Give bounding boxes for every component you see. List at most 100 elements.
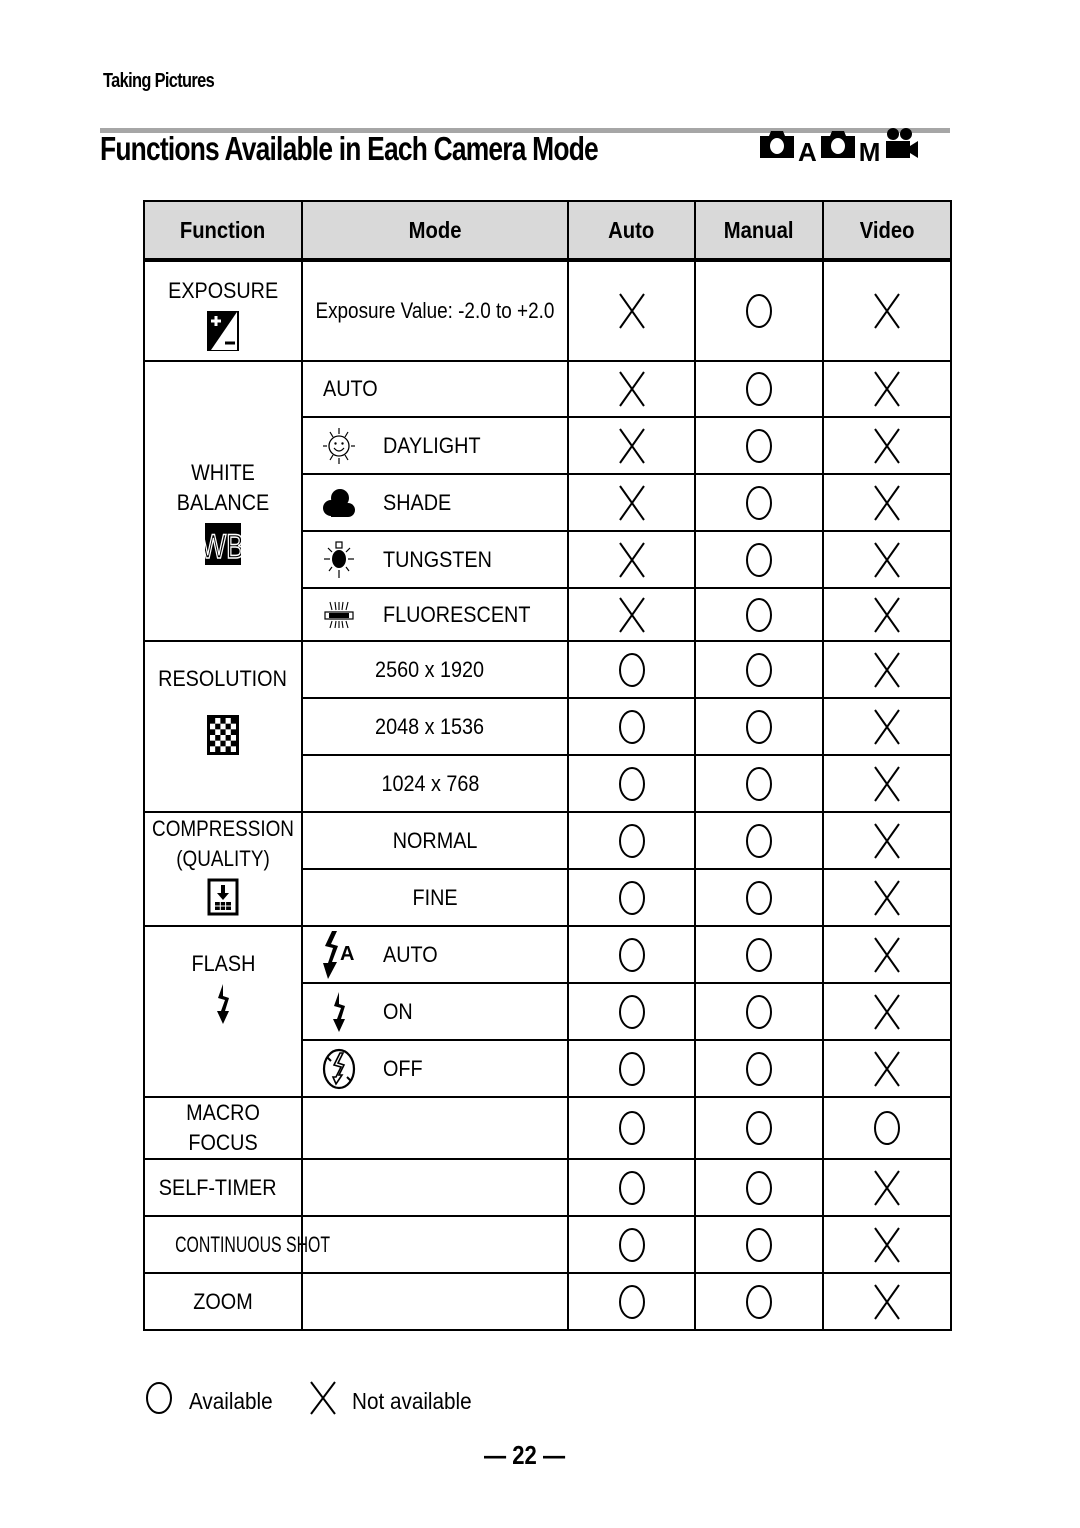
- not-available-mark-icon: [569, 541, 694, 579]
- auto-availability-cell: [567, 697, 696, 756]
- mode-label: FLUORESCENT: [383, 601, 531, 627]
- table-row: EXPOSURE Exposure Value: -2.0 to +2.0: [143, 259, 952, 362]
- auto-availability-cell: [567, 982, 696, 1041]
- auto-availability-cell: [567, 473, 696, 532]
- quality-icon: [145, 878, 301, 924]
- flash-icon: [145, 983, 301, 1033]
- video-availability-cell: [822, 416, 952, 475]
- available-mark-icon: [569, 1226, 694, 1264]
- video-availability-cell: [822, 697, 952, 756]
- flash-auto-icon: A: [309, 930, 369, 980]
- available-mark-icon: [569, 993, 694, 1031]
- video-availability-cell: [822, 1096, 952, 1160]
- video-availability-cell: [822, 360, 952, 418]
- mode-cell: 1024 x 768: [301, 754, 569, 813]
- column-header-function: Function: [143, 200, 303, 262]
- mode-label: Exposure Value: -2.0 to +2.0: [315, 298, 555, 323]
- mode-cell: [301, 1215, 569, 1274]
- table-header-row: Function Mode Auto Manual Video: [143, 200, 952, 262]
- table-row: ZOOM: [143, 1272, 952, 1331]
- available-mark-icon: [696, 484, 822, 522]
- function-label: RESOLUTION: [158, 666, 288, 691]
- available-mark-icon: [696, 765, 822, 803]
- not-available-mark-icon: [824, 1169, 950, 1207]
- not-available-mark-icon: [824, 1283, 950, 1321]
- not-available-mark-icon: [824, 484, 950, 522]
- fluorescent-lamp-icon: [309, 601, 369, 629]
- available-mark-icon: [569, 1283, 694, 1321]
- manual-availability-cell: [694, 697, 824, 756]
- mode-label: ON: [383, 998, 413, 1024]
- auto-availability-cell: [567, 587, 696, 642]
- manual-availability-cell: [694, 1096, 824, 1160]
- available-mark-icon: [696, 1283, 822, 1321]
- mode-label: DAYLIGHT: [383, 432, 481, 458]
- manual-availability-cell: [694, 587, 824, 642]
- column-header-auto: Auto: [567, 200, 696, 262]
- video-availability-cell: [822, 811, 952, 870]
- auto-availability-cell: [567, 416, 696, 475]
- sun-icon: [309, 426, 369, 466]
- manual-availability-cell: [694, 754, 824, 813]
- function-cell: RESOLUTION: [143, 640, 303, 813]
- column-header-video: Video: [822, 200, 952, 262]
- mode-cell: Exposure Value: -2.0 to +2.0: [301, 259, 569, 362]
- not-available-mark-icon: [824, 596, 950, 634]
- video-availability-cell: [822, 868, 952, 927]
- mode-cell: FLUORESCENT: [301, 587, 569, 642]
- table-row: WHITE BALANCE WB AUTO: [143, 360, 952, 642]
- svg-text:A: A: [340, 943, 354, 965]
- not-available-mark-icon: [824, 993, 950, 1031]
- manual-availability-cell: [694, 982, 824, 1041]
- manual-availability-cell: [694, 1215, 824, 1274]
- function-cell: FLASH: [143, 925, 303, 1098]
- camera-manual-icon: [819, 129, 857, 164]
- svg-text:WB: WB: [204, 527, 242, 566]
- mode-cell: ON: [301, 982, 569, 1041]
- manual-availability-cell: [694, 360, 824, 418]
- table-row: CONTINUOUS SHOT: [143, 1215, 952, 1274]
- not-available-mark-icon: [824, 936, 950, 974]
- mode-cell: 2560 x 1920: [301, 640, 569, 699]
- available-mark-icon: [569, 1109, 694, 1147]
- available-mark-icon: [569, 879, 694, 917]
- mode-label: SHADE: [383, 489, 452, 515]
- not-available-mark-icon: [824, 1226, 950, 1264]
- available-mark-icon: [696, 596, 822, 634]
- not-available-mark-icon: [308, 1380, 338, 1422]
- video-availability-cell: [822, 1158, 952, 1217]
- auto-availability-cell: [567, 259, 696, 362]
- available-mark-icon: [696, 708, 822, 746]
- table-row: COMPRESSION (QUALITY) NORMAL: [143, 811, 952, 927]
- available-mark-icon: [145, 1380, 173, 1422]
- manual-availability-cell: [694, 1272, 824, 1331]
- manual-availability-cell: [694, 530, 824, 589]
- not-available-mark-icon: [824, 879, 950, 917]
- available-mark-icon: [696, 1050, 822, 1088]
- manual-availability-cell: [694, 473, 824, 532]
- not-available-mark-icon: [569, 427, 694, 465]
- function-label: COMPRESSION (QUALITY): [152, 816, 294, 871]
- available-mark-icon: [569, 936, 694, 974]
- available-mark-icon: [696, 370, 822, 408]
- auto-availability-cell: [567, 925, 696, 984]
- available-mark-icon: [696, 541, 822, 579]
- video-availability-cell: [822, 1272, 952, 1331]
- video-availability-cell: [822, 473, 952, 532]
- video-availability-cell: [822, 925, 952, 984]
- available-mark-icon: [569, 1050, 694, 1088]
- manual-availability-cell: [694, 811, 824, 870]
- manual-availability-cell: [694, 1158, 824, 1217]
- function-label: MACRO FOCUS: [186, 1100, 260, 1155]
- available-mark-icon: [696, 993, 822, 1031]
- manual-availability-cell: [694, 640, 824, 699]
- white-balance-icon: WB: [145, 522, 301, 574]
- mode-label: FINE: [412, 884, 458, 910]
- function-cell: EXPOSURE: [143, 259, 303, 362]
- available-mark-icon: [696, 651, 822, 689]
- table-row: MACRO FOCUS: [143, 1096, 952, 1160]
- function-cell: SELF-TIMER: [143, 1158, 303, 1217]
- column-header-manual: Manual: [694, 200, 824, 262]
- video-availability-cell: [822, 1039, 952, 1098]
- mode-cell: NORMAL: [301, 811, 569, 870]
